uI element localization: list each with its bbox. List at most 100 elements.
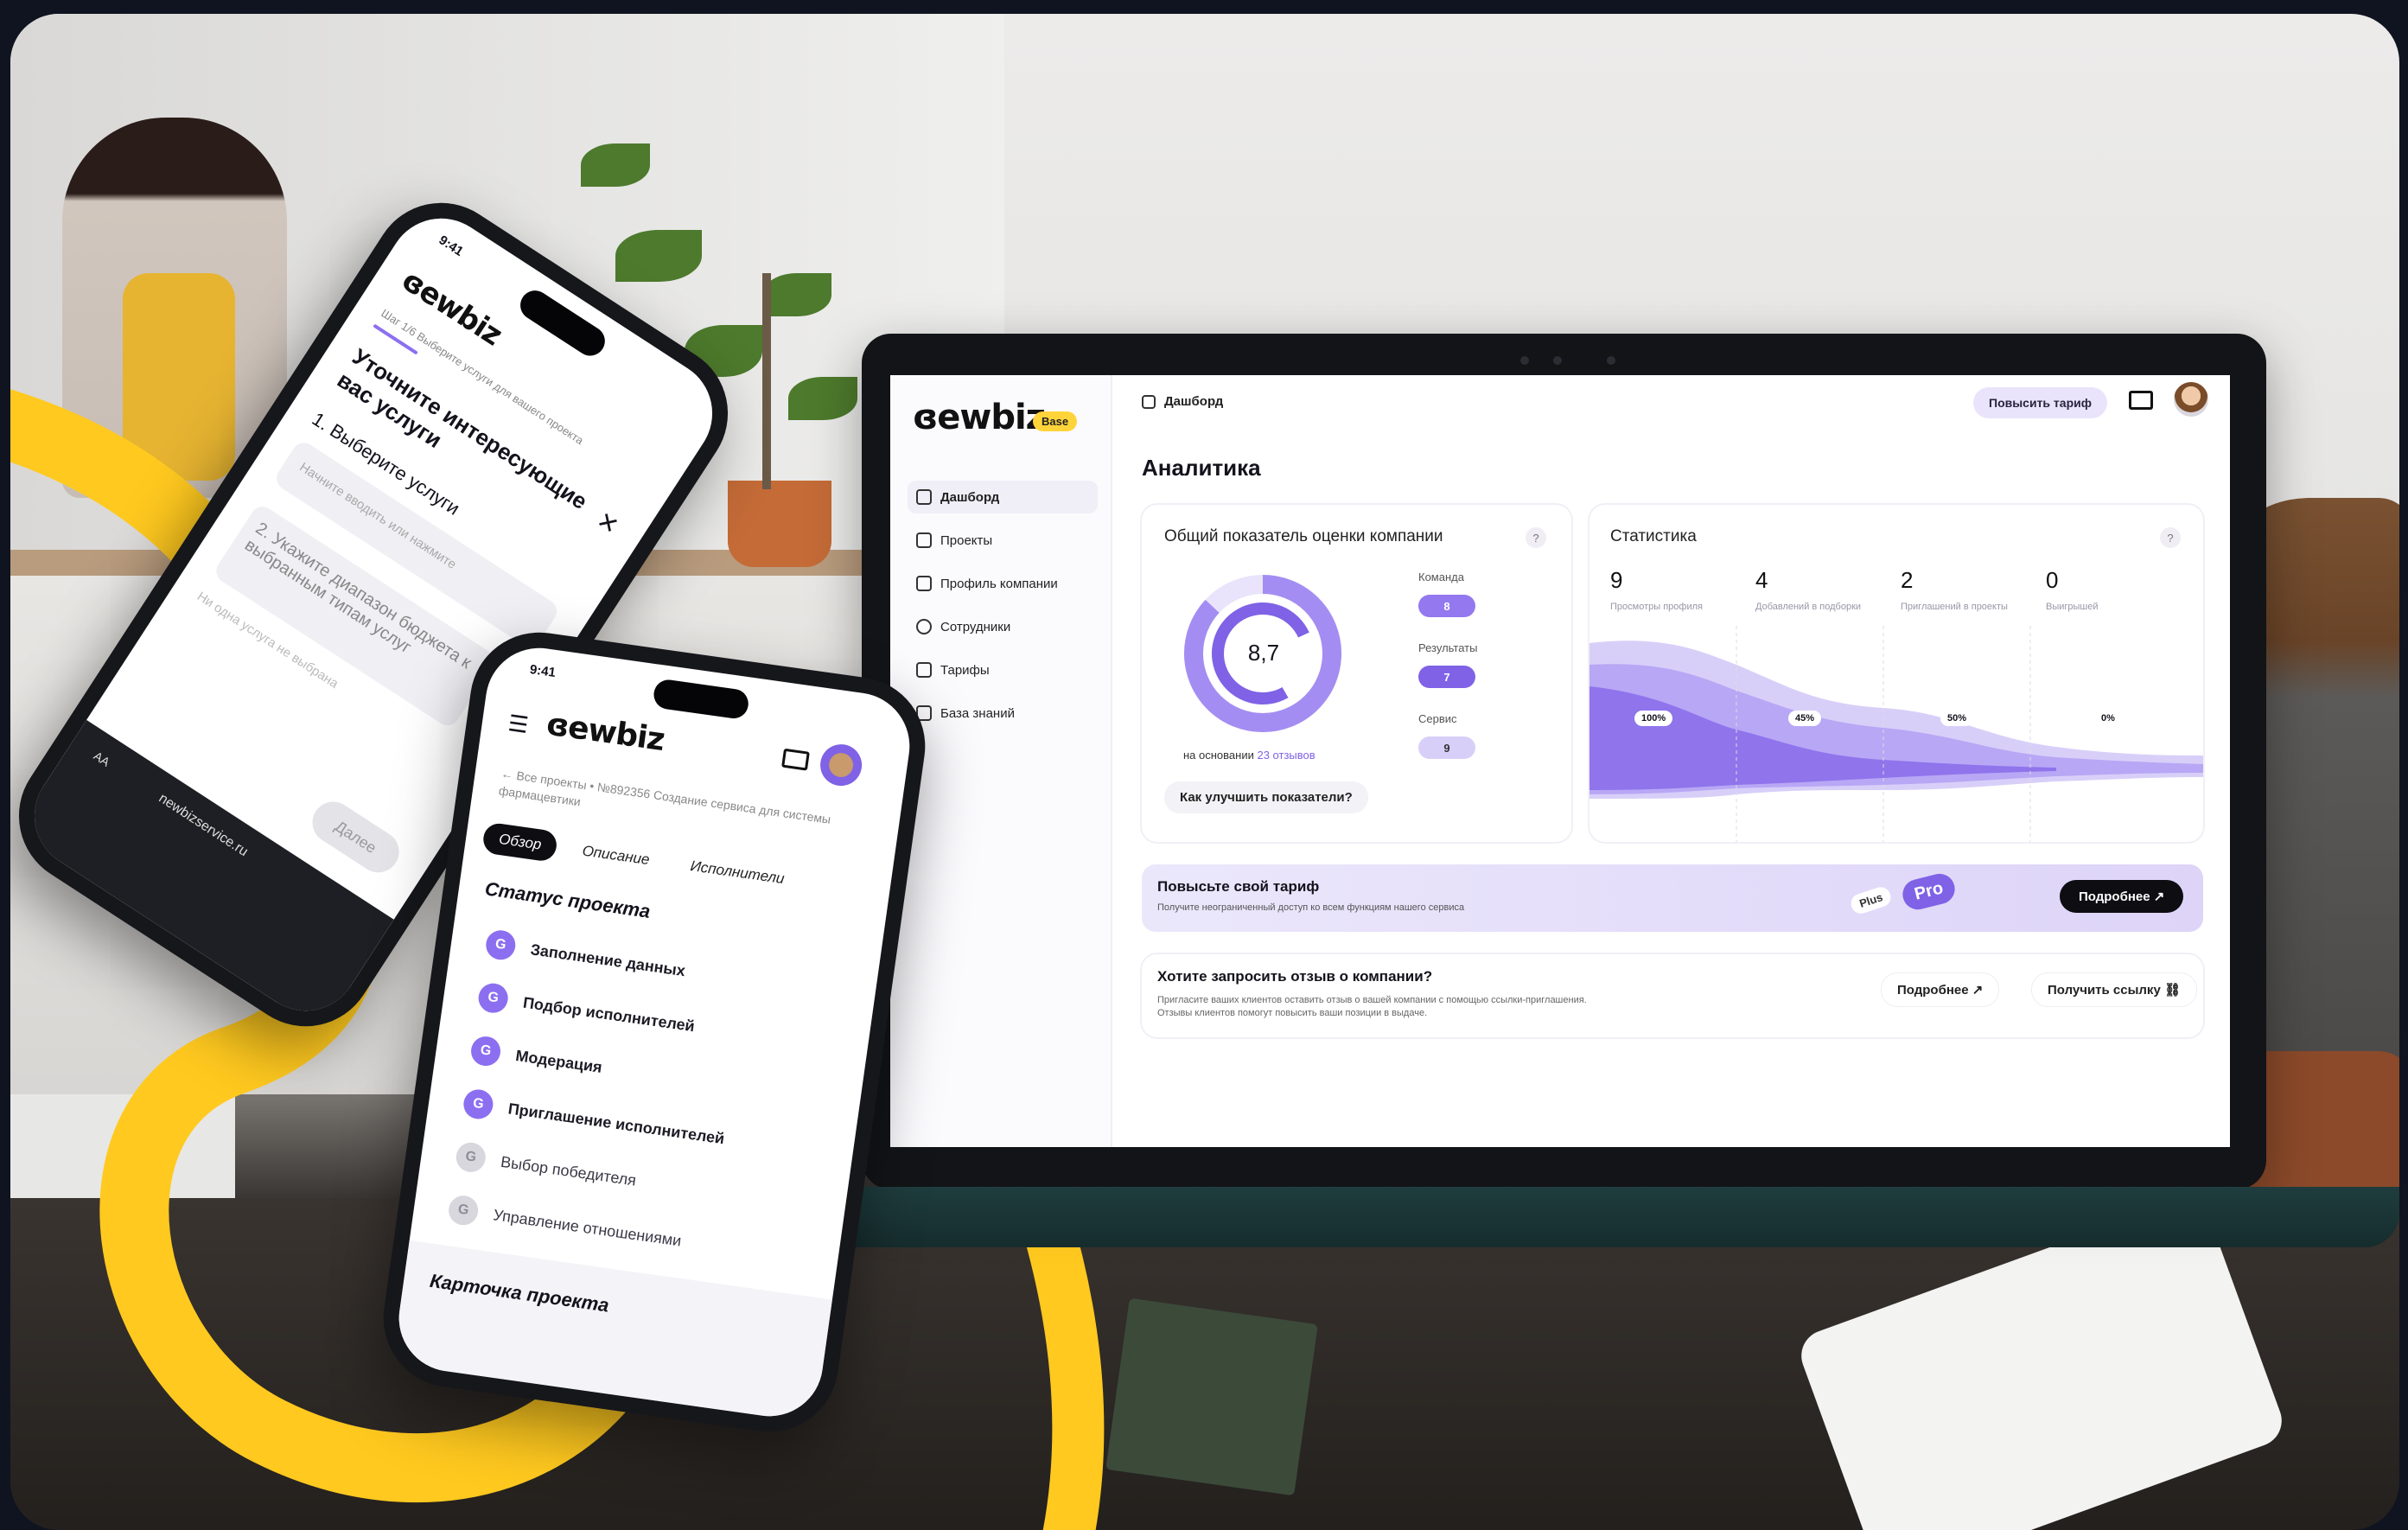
tab-overview[interactable]: Обзор [481, 821, 559, 864]
question-budget: 2. Укажите диапазон бюджета к выбранным … [212, 501, 499, 730]
review-more-button[interactable]: Подробнее ↗ [1882, 973, 1999, 1006]
camera-dot [1520, 356, 1529, 365]
mail-icon[interactable] [781, 748, 810, 771]
sidebar-item-dashboard[interactable]: Дашборд [908, 481, 1098, 513]
metric-service-value: 9 [1418, 736, 1475, 759]
help-icon[interactable]: ? [1526, 527, 1546, 548]
sidebar-item-company-profile[interactable]: Профиль компании [908, 567, 1098, 600]
phone-right-screen: 9:41 ☰ ɞewbiz ← Все проекты • №892356 Со… [392, 641, 917, 1424]
promo-more-button[interactable]: Подробнее ↗ [2060, 880, 2184, 913]
arrow-icon: ↗ [2153, 889, 2165, 904]
next-button[interactable]: Далее [304, 794, 407, 881]
statistics-card: Статистика ? 9 Просмотры профиля 4 Добав… [1589, 505, 2203, 842]
help-icon[interactable]: ? [2160, 527, 2181, 548]
sidebar-item-label: Профиль компании [940, 576, 1058, 591]
pro-badge: Pro [1899, 870, 1959, 913]
improve-metrics-button[interactable]: Как улучшить показатели? [1164, 781, 1368, 813]
dynamic-island [652, 678, 750, 721]
dynamic-island [514, 284, 611, 362]
status-time: 9:41 [528, 661, 557, 680]
plus-badge: Plus [1848, 884, 1894, 916]
promo-title: Повысьте свой тариф [1157, 878, 1320, 895]
pct-label: 45% [1788, 711, 1822, 726]
status-title: Статус проекта [483, 877, 652, 922]
logo[interactable]: ɞewbiz [545, 706, 666, 758]
score-value: 8,7 [1247, 640, 1280, 666]
sidebar-item-knowledge-base[interactable]: База знаний [908, 697, 1098, 730]
pending-icon: G [446, 1194, 481, 1227]
review-text: Пригласите ваших клиентов оставить отзыв… [1157, 995, 1587, 1018]
status-step: G Модерация [468, 1034, 604, 1082]
check-icon: G [484, 928, 518, 962]
office-photo-background: ɞewbiz Base Дашборд Проекты Профиль комп… [10, 14, 2399, 1530]
upgrade-tariff-button[interactable]: Повысить тариф [1973, 387, 2107, 418]
pct-label: 0% [2094, 711, 2122, 726]
metric-team-value: 8 [1418, 595, 1475, 617]
dashboard-screen: ɞewbiz Base Дашборд Проекты Профиль комп… [890, 375, 2230, 1147]
grid-icon [916, 489, 932, 505]
breadcrumb-label: Дашборд [1164, 394, 1224, 409]
sidebar-item-projects[interactable]: Проекты [908, 524, 1098, 557]
users-icon [916, 619, 932, 634]
metric-results-value: 7 [1418, 666, 1475, 688]
sidebar-item-label: Проекты [940, 532, 993, 548]
pct-label: 50% [1940, 711, 1974, 726]
grid-icon [1142, 394, 1156, 409]
funnel-chart [1589, 626, 2203, 842]
status-step: G Управление отношениями [446, 1194, 684, 1255]
sidebar-item-label: Дашборд [940, 489, 1000, 505]
camera-dot [1553, 356, 1562, 365]
stat-collections-value: 4 [1755, 567, 1768, 593]
get-link-button[interactable]: Получить ссылку ⛓ [2032, 973, 2196, 1006]
metric-service-label: Сервис [1418, 712, 1457, 725]
status-step: G Приглашение исполнителей [462, 1087, 726, 1153]
close-icon[interactable]: ✕ [591, 506, 624, 540]
mail-icon[interactable] [2129, 391, 2153, 410]
building-icon [916, 576, 932, 591]
stat-wins-value: 0 [2046, 567, 2059, 593]
status-step: G Выбор победителя [454, 1140, 639, 1195]
stat-profile-views-label: Просмотры профиля [1610, 602, 1703, 612]
review-request-card: Хотите запросить отзыв о компании? Пригл… [1142, 954, 2203, 1037]
topbar: Дашборд Повысить тариф [1112, 375, 2230, 444]
promo-subtitle: Получите неограниченный доступ ко всем ф… [1157, 902, 1465, 913]
stat-collections-label: Добавлений в подборки [1755, 602, 1862, 612]
avatar[interactable] [2174, 382, 2208, 417]
sidebar-item-label: Сотрудники [940, 619, 1011, 634]
page-title: Аналитика [1142, 455, 1261, 481]
status-step: G Заполнение данных [484, 928, 687, 985]
menu-icon[interactable]: ☰ [506, 710, 530, 739]
metric-team-label: Команда [1418, 571, 1464, 583]
reviews-link[interactable]: 23 отзывов [1257, 749, 1315, 762]
stat-invites-value: 2 [1901, 567, 1914, 593]
tab-description[interactable]: Описание [564, 833, 666, 878]
stat-wins-label: Выигрышей [2046, 602, 2099, 612]
folder-icon [916, 532, 932, 548]
breadcrumb[interactable]: Дашборд [1142, 394, 1223, 409]
stage: ɞewbiz Base Дашборд Проекты Профиль комп… [0, 0, 2408, 1530]
pct-label: 100% [1634, 711, 1673, 726]
sidebar-item-tariffs[interactable]: Тарифы [908, 653, 1098, 686]
camera-dot [1607, 356, 1615, 365]
laptop-base [788, 1187, 2399, 1247]
link-icon: ⛓ [2163, 983, 2181, 998]
sidebar-item-label: База знаний [940, 705, 1015, 721]
tab-contractors[interactable]: Исполнители [672, 849, 801, 897]
check-icon: G [476, 981, 510, 1015]
plan-badge: Base [1033, 411, 1078, 431]
metric-results-label: Результаты [1418, 641, 1478, 654]
logo[interactable]: ɞewbiz [913, 398, 1046, 437]
rating-card-title: Общий показатель оценки компании [1164, 527, 1443, 545]
status-step: G Подбор исполнителей [476, 981, 696, 1041]
upgrade-promo-banner: Повысьте свой тариф Получите неограничен… [1142, 864, 2203, 932]
pending-icon: G [454, 1140, 487, 1175]
rating-card: Общий показатель оценки компании ? 8,7 н… [1142, 505, 1571, 842]
avatar[interactable] [817, 741, 865, 789]
review-title: Хотите запросить отзыв о компании? [1157, 968, 1433, 985]
sidebar-item-employees[interactable]: Сотрудники [908, 610, 1098, 643]
arrow-icon: ↗ [1972, 983, 1984, 998]
sidebar-item-label: Тарифы [940, 662, 990, 678]
arrow-left-icon: ← [500, 766, 514, 782]
stat-profile-views-value: 9 [1610, 567, 1623, 593]
based-on-text: на основании 23 отзывов [1183, 749, 1315, 762]
